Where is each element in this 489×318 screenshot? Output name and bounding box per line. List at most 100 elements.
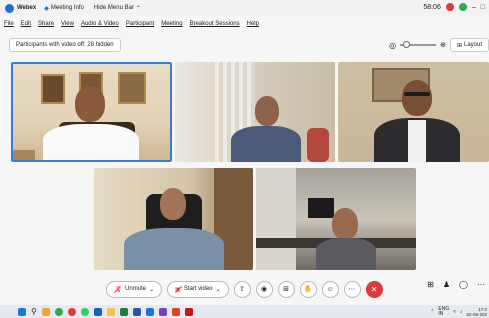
video-tile-4[interactable] xyxy=(94,168,253,270)
layout-button[interactable]: ⊞ Layout xyxy=(449,38,489,52)
language-indicator[interactable]: ENG IN xyxy=(438,306,449,317)
meeting-info-label: Meeting Info xyxy=(50,5,84,11)
record-button[interactable]: ◉ xyxy=(255,280,273,298)
volume-icon[interactable]: ♪ xyxy=(460,309,463,315)
recording-icon[interactable] xyxy=(445,3,454,11)
wifi-icon[interactable]: ≈ xyxy=(453,309,456,315)
menu-meeting[interactable]: Meeting xyxy=(161,21,182,27)
chair-red xyxy=(307,128,329,162)
menu-file[interactable]: File xyxy=(4,21,14,27)
chat-icon[interactable]: ◯ xyxy=(459,280,468,289)
taskbar-app-2-icon[interactable] xyxy=(54,307,63,316)
taskbar-whatsapp-icon[interactable] xyxy=(80,307,89,316)
hide-menu-bar-button[interactable]: Hide Menu Bar ⌃ xyxy=(94,5,141,12)
menu-edit-label: Edit xyxy=(20,21,32,27)
unmute-button[interactable]: 🎙 Unmute ⌄ xyxy=(106,280,163,298)
chevron-up-icon: ⌃ xyxy=(135,5,141,12)
webex-window: Webex ◆ Meeting Info Hide Menu Bar ⌃ 58:… xyxy=(0,0,489,305)
menu-edit[interactable]: Edit xyxy=(21,21,31,27)
taskbar-chrome-icon[interactable] xyxy=(67,307,76,316)
reactions-button[interactable]: ☺ xyxy=(321,280,339,298)
menu-breakout-label: Breakout Sessions xyxy=(189,21,240,27)
menu-audio-video[interactable]: Audio & Video xyxy=(81,21,119,27)
desk-items xyxy=(13,150,35,160)
chevron-up-icon[interactable]: ⌃ xyxy=(430,309,434,315)
taskbar-app-1-icon[interactable] xyxy=(41,307,50,316)
participant-head xyxy=(332,208,358,240)
mic-muted-icon: 🎙 xyxy=(114,286,123,293)
video-tile-active-speaker[interactable] xyxy=(11,62,172,162)
window-light xyxy=(256,168,296,270)
participants-video-off-button[interactable]: Participants with video off: 28 hidden xyxy=(9,38,121,52)
windows-taskbar: ⚲ xyxy=(0,305,489,318)
video-tile-3[interactable] xyxy=(338,62,489,162)
menu-participant-label: Participant xyxy=(125,21,155,27)
more-panel-icon[interactable]: ⋯ xyxy=(477,280,485,289)
participants-icon[interactable]: ♟ xyxy=(443,280,450,289)
windows-start-icon[interactable] xyxy=(18,307,26,316)
menu-file-label: File xyxy=(4,21,14,27)
apps-button[interactable]: ⊞ xyxy=(277,280,295,298)
unmute-label: Unmute xyxy=(125,286,147,292)
menu-breakout-sessions[interactable]: Breakout Sessions xyxy=(190,21,240,27)
chevron-down-icon: ⌄ xyxy=(215,286,221,293)
meeting-info-button[interactable]: ◆ Meeting Info xyxy=(44,5,84,12)
screen-monitor xyxy=(308,198,334,218)
panel-controls: ⊞ ♟ ◯ ⋯ xyxy=(427,280,485,289)
meeting-controls: 🎙 Unmute ⌄ ▣ Start video ⌄ ⇧ ◉ ⊞ ✋ ☺ ⋯ ✕ xyxy=(0,278,489,300)
taskbar-pdf-icon[interactable] xyxy=(184,307,193,316)
taskbar-word-icon[interactable] xyxy=(132,307,141,316)
menu-share-label: Share xyxy=(38,21,55,27)
video-tile-5[interactable] xyxy=(256,168,416,270)
raise-hand-button[interactable]: ✋ xyxy=(299,280,317,298)
participant-body xyxy=(316,238,376,270)
smiley-icon: ☺ xyxy=(326,285,334,293)
zoom-slider[interactable] xyxy=(400,40,437,50)
taskbar-app-icon[interactable] xyxy=(158,307,167,316)
camera-off-icon: ▣ xyxy=(175,286,181,293)
participant-head xyxy=(160,188,186,220)
menu-bar: File Edit Share View Audio & Video Parti… xyxy=(0,18,266,30)
taskbar-webex-icon[interactable] xyxy=(145,307,154,316)
clock[interactable]: 17:0 02-08-202 xyxy=(466,307,487,317)
zoom-in-icon[interactable]: ⊕ xyxy=(440,41,446,49)
share-icon: ⇧ xyxy=(239,286,245,293)
menu-help[interactable]: Help xyxy=(247,21,259,27)
taskbar-folder-icon[interactable] xyxy=(106,307,115,316)
taskbar-powerpoint-icon[interactable] xyxy=(171,307,180,316)
app-name: Webex xyxy=(17,5,37,11)
zoom-out-icon[interactable]: ◎ xyxy=(389,41,396,50)
title-bar: Webex ◆ Meeting Info Hide Menu Bar ⌃ 58:… xyxy=(0,0,489,16)
leave-meeting-button[interactable]: ✕ xyxy=(365,280,383,298)
shirt xyxy=(408,120,426,162)
more-options-button[interactable]: ⋯ xyxy=(343,280,361,298)
minimize-icon[interactable]: – xyxy=(472,4,476,11)
breakout-icon[interactable]: ⊞ xyxy=(427,280,434,289)
menu-participant[interactable]: Participant xyxy=(126,21,154,27)
clock-date: 02-08-202 xyxy=(466,311,487,317)
menu-audio-video-label: Audio & Video xyxy=(80,21,119,27)
taskbar-excel-icon[interactable] xyxy=(119,307,128,316)
participant-body xyxy=(124,228,224,270)
menu-help-label: Help xyxy=(246,21,259,27)
video-tile-2[interactable] xyxy=(175,62,335,162)
zoom-slider-knob[interactable] xyxy=(403,41,411,48)
grid-icon: ⊞ xyxy=(456,42,462,49)
connection-status-icon[interactable] xyxy=(458,3,467,11)
language-bottom: IN xyxy=(438,310,444,317)
search-icon[interactable]: ⚲ xyxy=(31,307,37,316)
layout-label: Layout xyxy=(463,42,482,48)
menu-view[interactable]: View xyxy=(61,21,74,27)
close-icon: ✕ xyxy=(370,284,378,294)
participant-head xyxy=(75,86,105,122)
portrait-frame-right xyxy=(118,72,146,104)
share-button[interactable]: ⇧ xyxy=(233,280,251,298)
restore-icon[interactable]: □ xyxy=(481,4,485,11)
system-tray: ⌃ ENG IN ≈ ♪ 17:0 02-08-202 xyxy=(430,305,487,318)
webex-logo-icon xyxy=(5,3,14,13)
menu-share[interactable]: Share xyxy=(38,21,54,27)
taskbar-outlook-icon[interactable] xyxy=(93,307,102,316)
start-video-button[interactable]: ▣ Start video ⌄ xyxy=(167,280,229,298)
shield-icon: ◆ xyxy=(44,5,49,12)
record-icon: ◉ xyxy=(260,286,268,293)
